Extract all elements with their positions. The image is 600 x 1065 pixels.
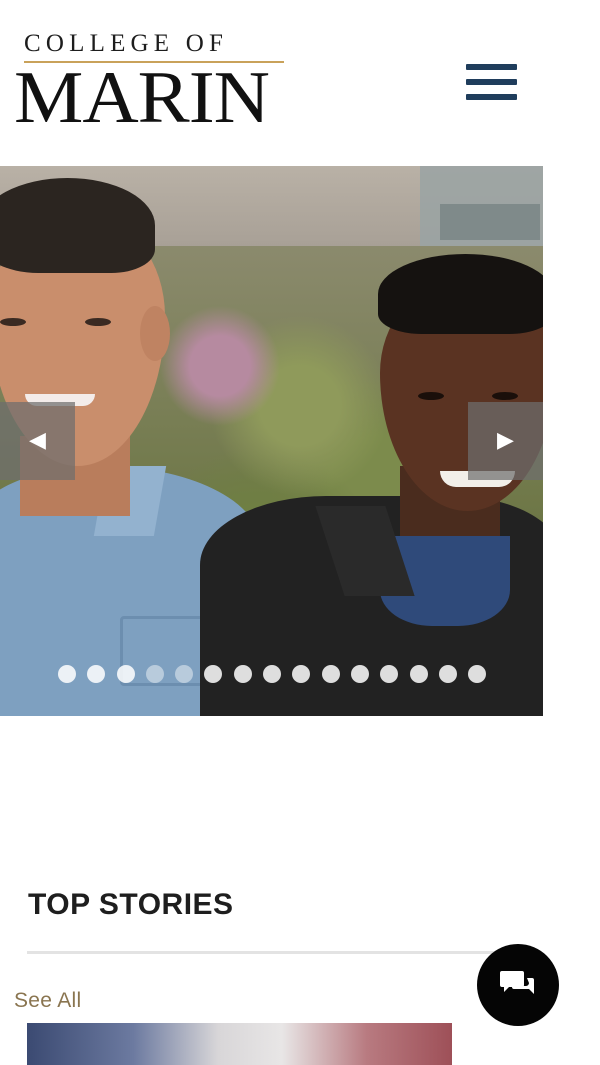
chat-button[interactable] <box>477 944 559 1026</box>
college-of-marin-logo[interactable]: COLLEGE OF MARIN <box>14 30 289 140</box>
carousel-dot[interactable] <box>263 665 282 683</box>
top-stories-divider <box>27 951 497 954</box>
arrow-left-icon: ◀ <box>29 428 46 453</box>
page: COLLEGE OF MARIN ◀ ▶ TOP STORIES See All <box>0 0 600 1065</box>
carousel-dot[interactable] <box>87 665 106 683</box>
see-all-link[interactable]: See All <box>14 989 81 1013</box>
student-two-eye <box>492 392 518 400</box>
background-window <box>440 204 540 240</box>
hero-carousel: ◀ ▶ <box>0 166 543 716</box>
student-two-eye <box>418 392 444 400</box>
carousel-dot[interactable] <box>292 665 311 683</box>
carousel-dot[interactable] <box>58 665 76 683</box>
chat-bubbles-icon <box>500 971 534 994</box>
carousel-next-button[interactable]: ▶ <box>468 402 543 480</box>
carousel-dot[interactable] <box>350 665 369 683</box>
carousel-dot[interactable] <box>175 665 194 683</box>
carousel-dots <box>58 665 498 685</box>
carousel-prev-button[interactable]: ◀ <box>0 402 75 480</box>
carousel-dot[interactable] <box>204 665 223 683</box>
carousel-dot[interactable] <box>233 665 252 683</box>
carousel-dot[interactable] <box>116 665 135 683</box>
carousel-dot[interactable] <box>468 665 487 683</box>
carousel-dot[interactable] <box>380 665 399 683</box>
site-header: COLLEGE OF MARIN <box>0 0 600 166</box>
menu-bar <box>466 94 517 100</box>
story-thumbnail[interactable] <box>27 1023 452 1065</box>
carousel-dot[interactable] <box>321 665 340 683</box>
top-stories-heading: TOP STORIES <box>28 888 234 921</box>
logo-main-text: MARIN <box>14 55 270 138</box>
arrow-right-icon: ▶ <box>497 428 514 453</box>
student-one-eye <box>0 318 26 326</box>
menu-bar <box>466 79 517 85</box>
student-one-eye <box>85 318 111 326</box>
logo-top-text: COLLEGE OF <box>24 30 229 57</box>
student-two-hair <box>378 254 543 334</box>
carousel-dot[interactable] <box>438 665 457 683</box>
carousel-dot[interactable] <box>409 665 428 683</box>
carousel-dot[interactable] <box>145 665 164 683</box>
menu-bar <box>466 64 517 70</box>
hamburger-menu-icon[interactable] <box>462 60 520 106</box>
student-one-ear <box>140 306 170 361</box>
